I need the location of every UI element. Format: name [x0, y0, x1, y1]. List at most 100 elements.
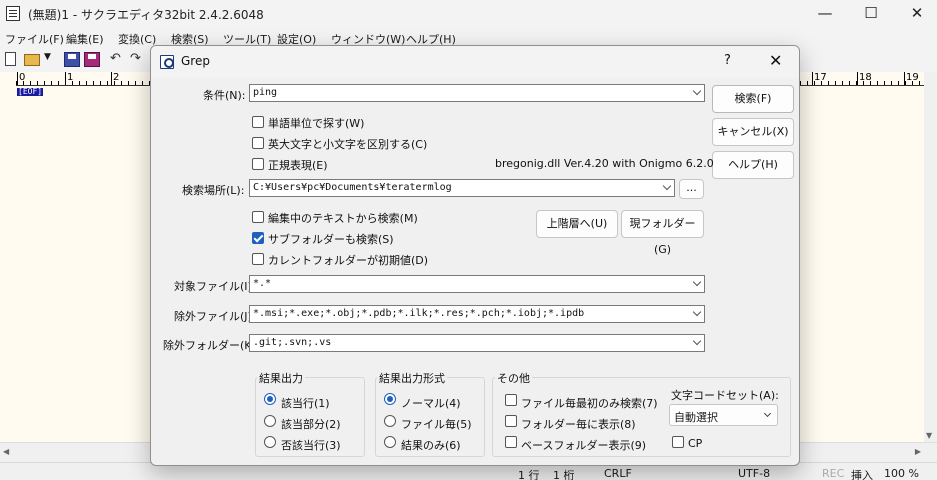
maximize-icon[interactable]: ☐: [848, 0, 894, 28]
dialog-title: Grep: [181, 54, 210, 68]
menu-file[interactable]: ファイル(F): [5, 31, 64, 47]
location-label: 検索場所(L):: [182, 184, 245, 197]
eof-marker: [EOF]: [17, 87, 44, 96]
sakura-editor-icon: [6, 6, 20, 21]
charset-label: 文字コードセット(A):: [671, 389, 779, 402]
exclude-files-label: 除外ファイル(J):: [174, 310, 256, 323]
scroll-left-icon[interactable]: ◀: [3, 447, 9, 456]
status-line: 1 行: [518, 469, 540, 480]
radio-matching-line-label: 該当行(1): [281, 397, 330, 410]
browse-button[interactable]: ...: [679, 179, 704, 199]
word-search-checkbox[interactable]: [252, 116, 264, 128]
new-file-icon[interactable]: [5, 52, 16, 66]
word-search-label: 単語単位で探す(W): [268, 117, 365, 130]
first-match-per-file-label: ファイル毎最初のみ検索(7): [521, 397, 658, 410]
radio-matching-part-label: 該当部分(2): [281, 418, 341, 431]
cancel-button[interactable]: キャンセル(X): [712, 118, 794, 146]
ruler-label: 17: [812, 72, 827, 85]
chevron-down-icon[interactable]: [763, 409, 772, 418]
charset-value: 自動選択: [674, 411, 718, 424]
close-icon[interactable]: ✕: [894, 0, 937, 28]
subfolders-label: サブフォルダーも検索(S): [268, 233, 394, 246]
radio-per-file[interactable]: [384, 415, 396, 427]
close-icon[interactable]: ✕: [769, 51, 782, 70]
cp-checkbox[interactable]: [672, 436, 684, 448]
exclude-folders-label: 除外フォルダー(K):: [163, 339, 260, 352]
ruler-label: 1: [64, 72, 74, 85]
open-dropdown-icon[interactable]: ▼: [44, 52, 54, 67]
result-output-title: 結果出力: [257, 370, 305, 386]
chevron-down-icon[interactable]: [662, 181, 672, 191]
case-sensitive-checkbox[interactable]: [252, 137, 264, 149]
status-rec: REC: [822, 467, 845, 480]
target-files-input[interactable]: *.*: [249, 275, 705, 293]
show-per-folder-checkbox[interactable]: [505, 415, 517, 427]
regex-library-info: bregonig.dll Ver.4.20 with Onigmo 6.2.0: [495, 157, 714, 170]
chevron-down-icon[interactable]: [692, 277, 702, 287]
condition-label: 条件(N):: [203, 89, 246, 102]
app-titlebar: (無題)1 - サクラエディタ32bit 2.4.2.6048 — ☐ ✕: [0, 0, 937, 28]
radio-normal-label: ノーマル(4): [401, 397, 461, 410]
location-value: C:¥Users¥pc¥Documents¥teratermlog: [253, 182, 452, 193]
exclude-files-input[interactable]: *.msi;*.exe;*.obj;*.pdb;*.ilk;*.res;*.pc…: [249, 305, 705, 323]
current-folder-button[interactable]: 現フォルダー(G): [621, 210, 704, 256]
grep-icon: [160, 55, 174, 69]
undo-icon[interactable]: ↶: [110, 52, 126, 67]
minimize-icon[interactable]: —: [802, 0, 848, 28]
status-zoom: 100 %: [884, 467, 919, 480]
menu-edit[interactable]: 編集(E): [66, 31, 104, 47]
help-button[interactable]: ヘルプ(H): [712, 151, 794, 179]
condition-input[interactable]: ping: [249, 84, 705, 102]
radio-results-only-label: 結果のみ(6): [401, 439, 461, 452]
target-files-value: *.*: [253, 278, 272, 289]
from-editing-checkbox[interactable]: [252, 211, 264, 223]
result-format-title: 結果出力形式: [377, 370, 447, 386]
help-icon[interactable]: ?: [724, 53, 731, 68]
ruler-label: 0: [16, 72, 26, 85]
cp-label: CP: [688, 437, 703, 450]
radio-per-file-label: ファイル毎(5): [401, 418, 472, 431]
status-encoding: UTF-8: [738, 467, 771, 480]
other-title: その他: [495, 370, 532, 386]
exclude-folders-value: .git;.svn;.vs: [253, 337, 332, 348]
regex-label: 正規表現(E): [268, 159, 328, 172]
chevron-down-icon[interactable]: [692, 86, 702, 96]
first-match-per-file-checkbox[interactable]: [505, 394, 517, 406]
grep-dialog: Grep ? ✕ 条件(N): ping 検索(F) キャンセル(X) ヘルプ(…: [150, 45, 800, 466]
search-button[interactable]: 検索(F): [712, 85, 794, 113]
condition-value: ping: [253, 87, 278, 98]
parent-folder-button[interactable]: 上階層へ(U): [536, 210, 618, 238]
case-sensitive-label: 英大文字と小文字を区別する(C): [268, 138, 428, 151]
open-folder-icon[interactable]: [24, 54, 40, 66]
save-icon[interactable]: [64, 52, 80, 67]
vertical-scrollbar[interactable]: ▼: [924, 72, 937, 442]
charset-select[interactable]: 自動選択: [669, 404, 778, 426]
exclude-files-value: *.msi;*.exe;*.obj;*.pdb;*.ilk;*.res;*.pc…: [253, 308, 585, 319]
status-column: 1 桁: [553, 469, 575, 480]
show-base-folder-checkbox[interactable]: [505, 436, 517, 448]
chevron-down-icon[interactable]: [692, 307, 702, 317]
menu-convert[interactable]: 変換(C): [118, 31, 156, 47]
ruler-label: 18: [857, 72, 872, 85]
redo-icon[interactable]: ↷: [130, 52, 146, 67]
current-folder-default-label: カレントフォルダーが初期値(D): [268, 254, 429, 267]
radio-results-only[interactable]: [384, 436, 396, 448]
status-insert-mode: 挿入: [851, 469, 873, 480]
regex-checkbox[interactable]: [252, 158, 264, 170]
show-per-folder-label: フォルダー毎に表示(8): [521, 418, 636, 431]
save-all-icon[interactable]: [84, 52, 100, 67]
ruler-label: 2: [110, 72, 120, 85]
target-files-label: 対象ファイル(I):: [174, 280, 256, 293]
radio-normal[interactable]: [384, 393, 396, 405]
chevron-down-icon[interactable]: [692, 336, 702, 346]
scroll-down-icon[interactable]: ▼: [926, 431, 932, 440]
radio-non-matching-line[interactable]: [264, 436, 276, 448]
location-input[interactable]: C:¥Users¥pc¥Documents¥teratermlog: [249, 179, 675, 197]
radio-matching-line[interactable]: [264, 393, 276, 405]
current-folder-default-checkbox[interactable]: [252, 253, 264, 265]
radio-matching-part[interactable]: [264, 415, 276, 427]
exclude-folders-input[interactable]: .git;.svn;.vs: [249, 334, 705, 352]
status-eol: CRLF: [604, 467, 632, 480]
subfolders-checkbox[interactable]: [252, 232, 264, 244]
scroll-right-icon[interactable]: ▶: [915, 447, 921, 456]
